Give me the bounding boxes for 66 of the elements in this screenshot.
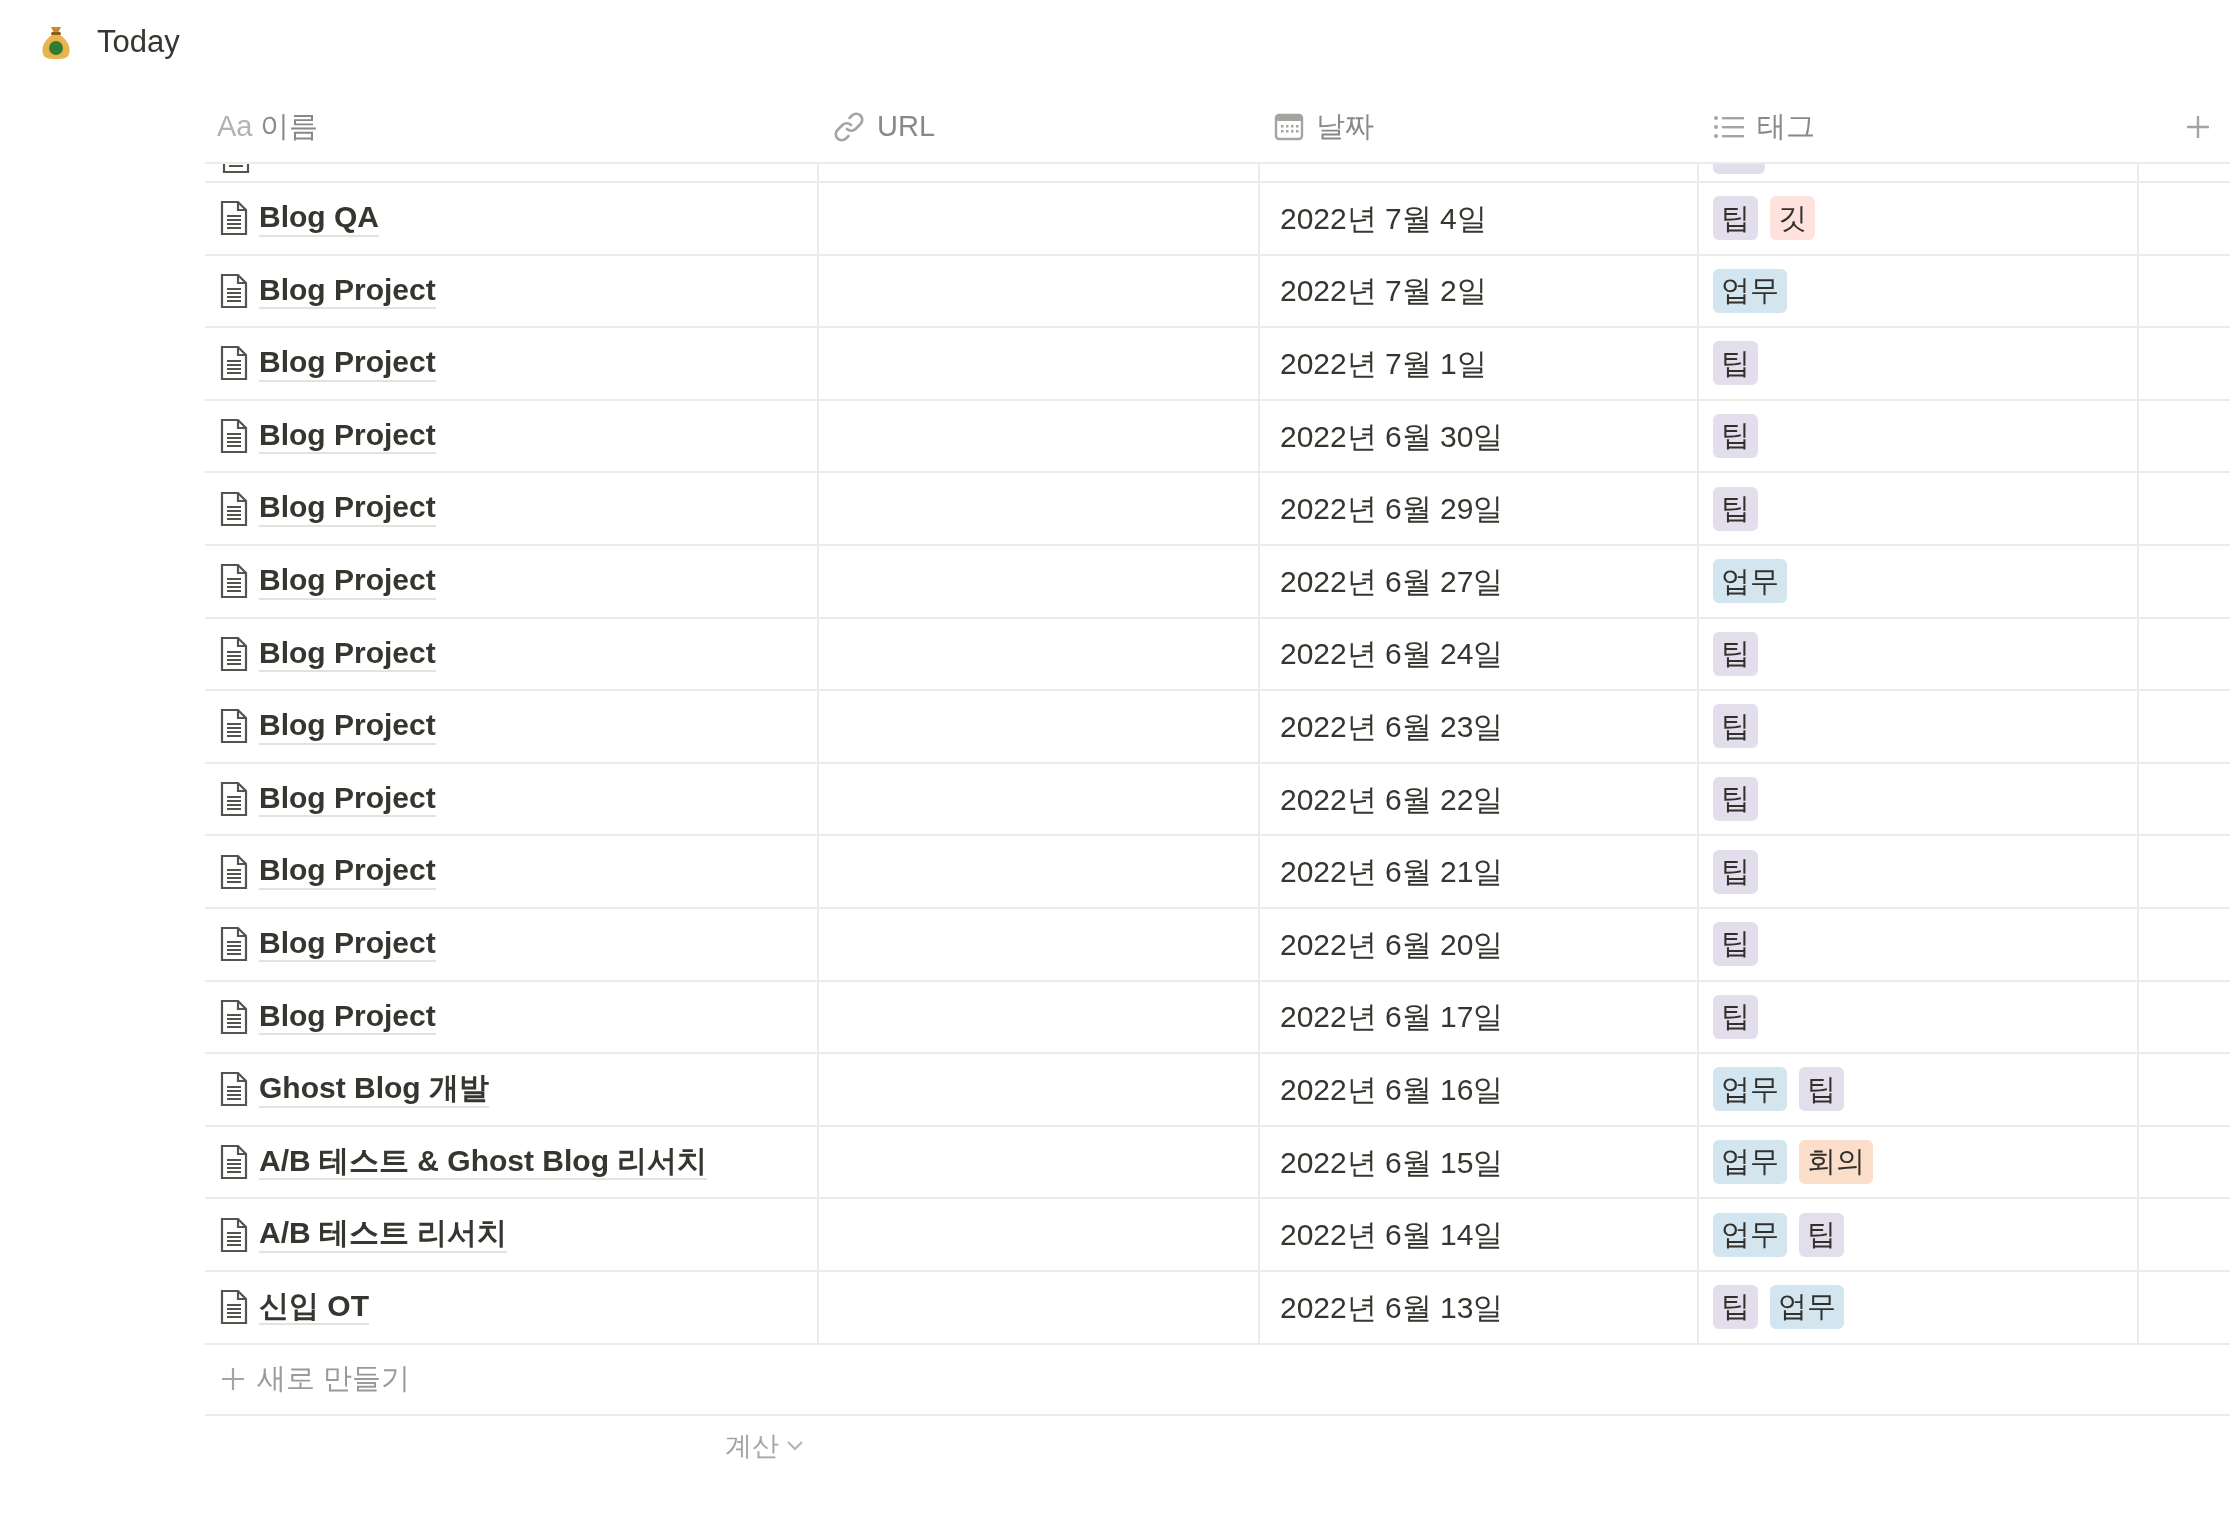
column-header[interactable]: 날짜 bbox=[1260, 92, 1699, 162]
tag: 팁 bbox=[1799, 1067, 1844, 1112]
money-bag-icon bbox=[40, 24, 72, 60]
date-text: 2022년 6월 30일 bbox=[1280, 418, 1504, 455]
page-link[interactable]: Blog Project bbox=[259, 853, 436, 890]
date-text: 2022년 6월 21일 bbox=[1280, 854, 1504, 891]
add-column-icon[interactable] bbox=[2186, 115, 2210, 139]
date-text: 2022년 7월 1일 bbox=[1280, 346, 1487, 382]
date-text: 2022년 6월 14일 bbox=[1280, 1217, 1504, 1254]
tag: 팁 bbox=[1713, 486, 1758, 531]
page-link[interactable]: Blog Project bbox=[259, 272, 436, 310]
date-text: 2022년 7월 4일 bbox=[1280, 200, 1487, 237]
page-link[interactable]: Blog Project bbox=[259, 998, 436, 1036]
calendar-icon bbox=[1274, 112, 1304, 142]
chevron-down-icon bbox=[787, 1440, 803, 1451]
date-text: 2022년 6월 20일 bbox=[1280, 926, 1504, 963]
tag: 팁 bbox=[1713, 1285, 1758, 1330]
column-header[interactable]: URL bbox=[819, 92, 1260, 162]
page-link[interactable]: A/B 테스트 & Ghost Blog 리서치 bbox=[259, 1143, 708, 1181]
column-header[interactable]: 태그 bbox=[1699, 92, 2139, 162]
tag: 팁 bbox=[1713, 922, 1758, 967]
tag: 팁 bbox=[1713, 777, 1758, 822]
page-title: Today bbox=[97, 22, 180, 61]
page-link[interactable]: Blog Project bbox=[259, 708, 436, 745]
tag: 팁 bbox=[1713, 341, 1758, 386]
tag: 업무 bbox=[1713, 1212, 1787, 1257]
date-text: 2022년 6월 24일 bbox=[1280, 636, 1504, 673]
tag: 팁 bbox=[1713, 994, 1758, 1039]
page-link[interactable]: Blog Project bbox=[259, 635, 436, 673]
plus-icon bbox=[221, 1367, 245, 1391]
page-link[interactable]: 신입 OT bbox=[259, 1288, 369, 1326]
date-text: 2022년 6월 15일 bbox=[1280, 1144, 1504, 1181]
tag: 팁 bbox=[1713, 196, 1758, 241]
tag: 팁 bbox=[1799, 1212, 1844, 1257]
page-link[interactable]: Blog Project bbox=[259, 417, 436, 455]
tag: 팁 bbox=[1713, 704, 1758, 749]
page-link[interactable]: Blog Project bbox=[259, 926, 436, 963]
date-text: 2022년 6월 22일 bbox=[1280, 781, 1504, 818]
page-link[interactable]: Ghost Blog 개발 bbox=[259, 1071, 489, 1108]
page-link[interactable]: Blog QA bbox=[259, 200, 379, 237]
tag: 팁 bbox=[1713, 414, 1758, 459]
link-icon bbox=[833, 111, 865, 143]
page-link[interactable]: Blog Project bbox=[259, 345, 436, 382]
date-text: 2022년 6월 29일 bbox=[1280, 491, 1504, 528]
tag: 업무 bbox=[1713, 268, 1787, 313]
tag: 회의 bbox=[1799, 1140, 1873, 1184]
date-text: 2022년 6월 23일 bbox=[1280, 708, 1504, 745]
tag: 깃 bbox=[1770, 196, 1815, 241]
tag: 팁 bbox=[1713, 849, 1758, 894]
tag: 업무 bbox=[1770, 1285, 1844, 1330]
tag: 팁 bbox=[1713, 631, 1758, 676]
date-text: 2022년 6월 13일 bbox=[1280, 1289, 1504, 1326]
date-text: 2022년 6월 27일 bbox=[1280, 563, 1504, 600]
page-link[interactable]: Blog Project bbox=[259, 490, 436, 527]
column-header[interactable]: Aa 이름 bbox=[205, 92, 819, 162]
date-text: 2022년 6월 16일 bbox=[1280, 1071, 1504, 1108]
tag: 업무 bbox=[1713, 1140, 1787, 1184]
date-text: 2022년 6월 17일 bbox=[1280, 999, 1504, 1036]
page-link[interactable]: A/B 테스트 리서치 bbox=[259, 1216, 508, 1253]
list-icon bbox=[1713, 114, 1745, 140]
text-type-icon: Aa bbox=[217, 105, 253, 149]
tag: 업무 bbox=[1713, 1067, 1787, 1112]
tag: 업무 bbox=[1713, 559, 1787, 604]
page-link[interactable]: Blog Project bbox=[259, 563, 436, 600]
page-link[interactable]: Blog Project bbox=[259, 780, 436, 818]
date-text: 2022년 7월 2일 bbox=[1280, 273, 1487, 310]
